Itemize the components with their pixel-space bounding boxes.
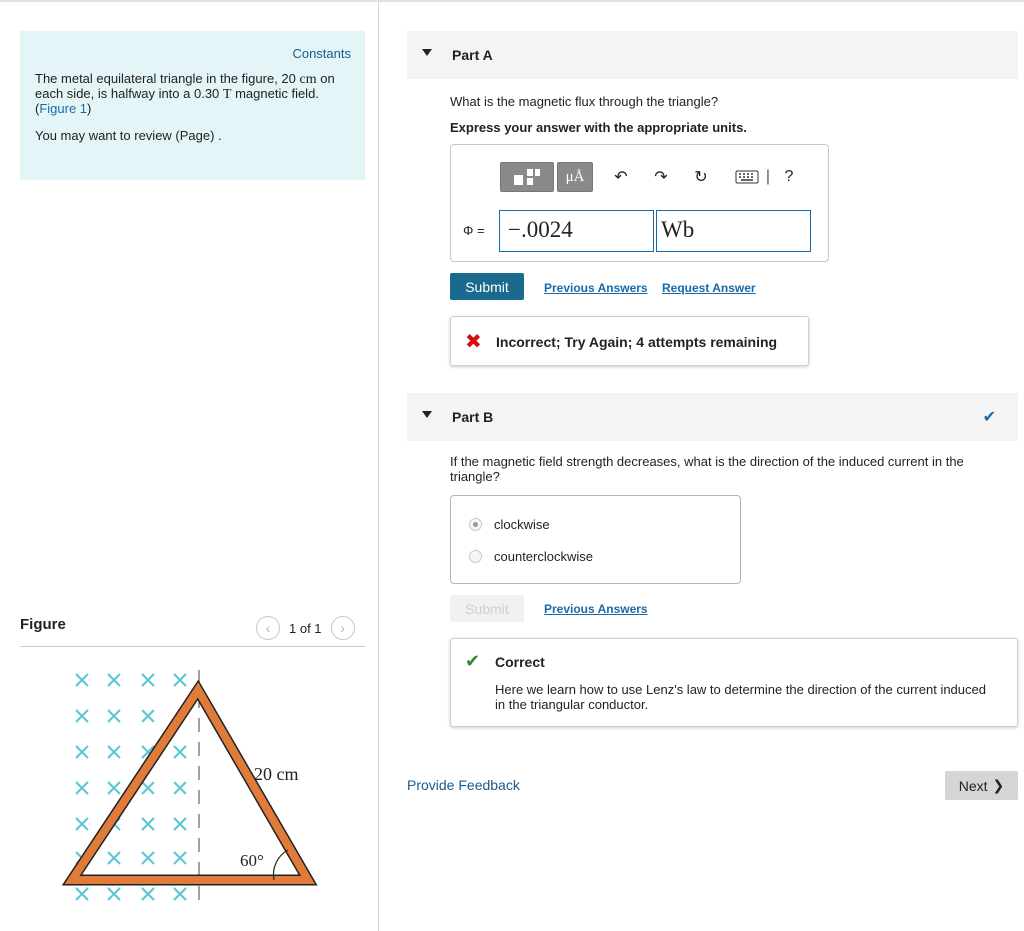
part-a-title: Part A [452, 47, 493, 63]
answer-choices: clockwise counterclockwise [450, 495, 741, 584]
problem-info-box: Constants The metal equilateral triangle… [20, 31, 365, 180]
part-a-instruction: Express your answer with the appropriate… [450, 120, 747, 135]
collapse-triangle-icon[interactable] [422, 411, 432, 418]
choice-clockwise[interactable]: clockwise [469, 517, 550, 532]
flux-value-input[interactable]: −.0024 [499, 210, 654, 252]
part-b-title: Part B [452, 409, 494, 425]
angle-label: 60° [240, 851, 264, 870]
triangle-conductor [64, 682, 315, 884]
help-button[interactable]: ? [779, 162, 799, 192]
redo-icon[interactable]: ↷ [651, 162, 671, 192]
incorrect-message: Incorrect; Try Again; 4 attempts remaini… [496, 334, 778, 350]
flux-unit-input[interactable]: Wb [656, 210, 811, 252]
request-answer-link[interactable]: Request Answer [662, 281, 756, 295]
close-x-icon: ✖ [465, 331, 482, 353]
part-b-header[interactable]: Part B ✔ [407, 393, 1018, 441]
figure-pager: ‹ 1 of 1 › [256, 616, 355, 640]
panel-divider [378, 2, 379, 931]
undo-icon[interactable]: ↶ [611, 162, 631, 192]
triangle-figure: 20 cm 60° [62, 670, 318, 910]
chevron-right-icon[interactable]: › [330, 616, 355, 640]
part-b-previous-answers-link[interactable]: Previous Answers [544, 602, 648, 616]
triangle-outline [62, 679, 318, 886]
figure-title: Figure [20, 616, 66, 633]
checkmark-icon: ✔ [465, 651, 481, 671]
correct-message: Here we learn how to use Lenz's law to d… [495, 682, 986, 712]
radio-icon[interactable] [469, 518, 482, 531]
part-b-submit-button: Submit [450, 595, 524, 622]
problem-statement: The metal equilateral triangle in the fi… [35, 71, 335, 116]
side-length-label: 20 cm [254, 764, 299, 784]
figure-rule [20, 646, 365, 647]
chevron-left-icon[interactable]: ‹ [256, 616, 280, 640]
part-a-previous-answers-link[interactable]: Previous Answers [544, 281, 648, 295]
chevron-right-icon: ❯ [992, 777, 1005, 793]
part-a-submit-button[interactable]: Submit [450, 273, 524, 300]
next-button[interactable]: Next ❯ [945, 771, 1018, 800]
flux-label: Φ = [463, 223, 485, 238]
incorrect-feedback: ✖ Incorrect; Try Again; 4 attempts remai… [450, 316, 809, 366]
checkmark-icon: ✔ [982, 409, 996, 426]
part-a-question: What is the magnetic flux through the tr… [450, 94, 719, 109]
choice-counterclockwise[interactable]: counterclockwise [469, 549, 593, 564]
keyboard-icon[interactable] [733, 162, 761, 192]
provide-feedback-link[interactable]: Provide Feedback [407, 777, 520, 793]
top-rule [0, 0, 1024, 2]
constants-link[interactable]: Constants [292, 46, 351, 61]
correct-title: Correct [495, 654, 545, 670]
toolbar-separator: | [765, 168, 771, 185]
part-a-header[interactable]: Part A [407, 31, 1018, 79]
review-text: You may want to review (Page) . [35, 128, 222, 143]
template-icon[interactable] [500, 162, 554, 192]
figure-link[interactable]: Figure 1 [39, 101, 87, 116]
part-b-question: If the magnetic field strength decreases… [450, 454, 964, 484]
math-toolbar: μÅ ↶ ↷ ↻ | ? [500, 162, 799, 192]
answer-input-box: μÅ ↶ ↷ ↻ | ? Φ = −.0024 Wb [450, 144, 829, 262]
figure-count: 1 of 1 [289, 620, 322, 636]
correct-feedback: ✔ Correct Here we learn how to use Lenz'… [450, 638, 1018, 727]
radio-icon[interactable] [469, 550, 482, 563]
units-button[interactable]: μÅ [557, 162, 593, 192]
collapse-triangle-icon[interactable] [422, 49, 432, 56]
reset-icon[interactable]: ↻ [691, 162, 711, 192]
